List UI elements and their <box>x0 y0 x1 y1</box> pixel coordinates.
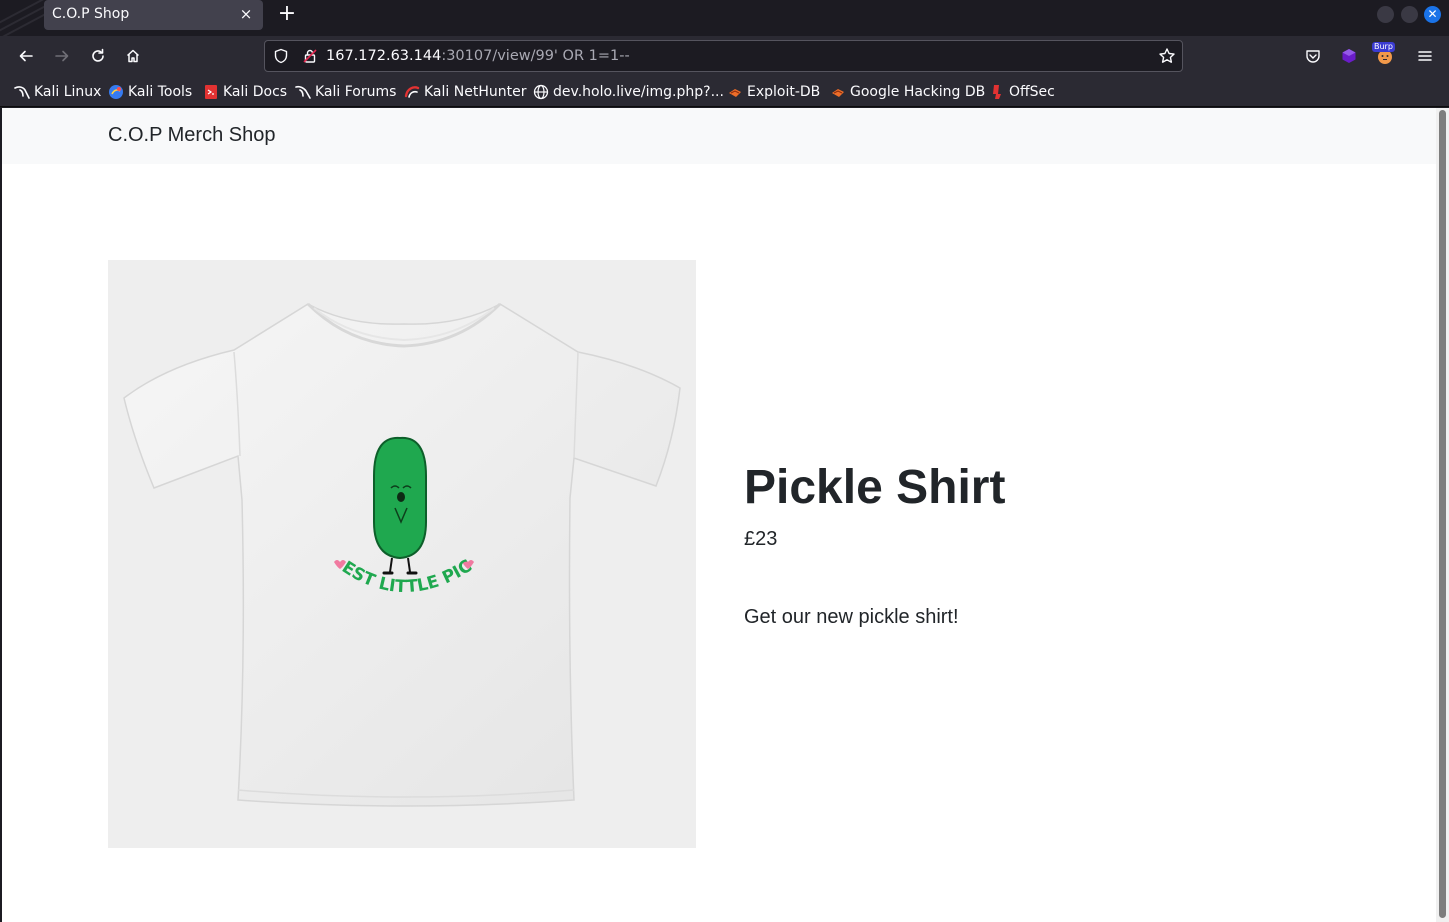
bookmark-kali-linux[interactable]: Kali Linux <box>14 82 101 102</box>
product-title: Pickle Shirt <box>744 461 1006 514</box>
new-tab-button[interactable]: + <box>276 3 298 27</box>
kali-dragon-icon <box>295 85 311 99</box>
reload-icon <box>92 48 104 62</box>
pickle-shirt-image: CUTEST LITTLE PICKLE <box>108 260 696 848</box>
tracking-shield-icon[interactable] <box>273 48 289 64</box>
offsec-icon <box>993 85 1001 99</box>
extension-cube-icon <box>1342 49 1356 63</box>
page-viewport: C.O.P Merch Shop EST LITTLE PIC Pickle S… <box>2 108 1436 922</box>
forward-button[interactable] <box>50 44 74 68</box>
window-close-button[interactable]: ✕ <box>1424 6 1441 23</box>
tab-title: C.O.P Shop <box>52 6 130 22</box>
reload-button[interactable] <box>86 44 110 68</box>
hamburger-menu-icon <box>1418 51 1432 61</box>
url-text[interactable]: 167.172.63.144:30107/view/99' OR 1=1-- <box>326 48 630 64</box>
home-button[interactable] <box>121 44 145 68</box>
product-price: £23 <box>744 528 778 550</box>
burp-badge: Burp <box>1372 42 1395 52</box>
kali-tools-icon <box>109 85 123 99</box>
bookmark-label: Kali Tools <box>128 84 193 100</box>
window-minimize-button[interactable] <box>1377 6 1394 23</box>
bookmark-label: Kali Forums <box>315 84 397 100</box>
bookmark-google-hacking-db[interactable]: Google Hacking DB <box>830 82 985 102</box>
browser-tab[interactable]: C.O.P Shop × <box>44 0 263 30</box>
url-path: :30107/view/99' OR 1=1-- <box>441 48 630 64</box>
site-navbar: C.O.P Merch Shop <box>2 108 1436 164</box>
pocket-button[interactable] <box>1303 46 1323 66</box>
foxyproxy-burp-button[interactable]: Burp <box>1372 42 1395 66</box>
bookmarks-toolbar: Kali Linux Kali Tools Kali Docs Kali For… <box>0 76 1449 107</box>
app-menu-button[interactable] <box>1415 46 1435 66</box>
bookmark-exploit-db[interactable]: Exploit-DB <box>727 82 820 102</box>
bookmark-label: Kali Linux <box>34 84 102 100</box>
bookmark-label: Google Hacking DB <box>850 84 986 100</box>
bookmark-kali-forums[interactable]: Kali Forums <box>295 82 396 102</box>
url-host: 167.172.63.144 <box>326 48 442 64</box>
kali-docs-icon <box>205 85 217 99</box>
exploit-db-icon <box>729 89 741 97</box>
home-icon <box>126 49 140 63</box>
insecure-lock-icon[interactable] <box>302 48 318 64</box>
window-maximize-button[interactable] <box>1401 6 1418 23</box>
site-brand-link[interactable]: C.O.P Merch Shop <box>108 124 275 147</box>
bookmark-label: Kali Docs <box>223 84 288 100</box>
bookmark-label: Exploit-DB <box>747 84 821 100</box>
back-arrow-icon <box>19 50 33 62</box>
tab-strip-decoration <box>0 0 44 36</box>
bookmark-star-icon[interactable] <box>1158 47 1176 65</box>
globe-icon <box>533 84 549 100</box>
tab-strip: C.O.P Shop × + ✕ <box>0 0 1449 36</box>
navigation-toolbar: 167.172.63.144:30107/view/99' OR 1=1-- B… <box>0 36 1449 76</box>
page-scrollbar[interactable] <box>1436 108 1449 922</box>
product-image: CUTEST LITTLE PICKLE <box>108 260 696 848</box>
bookmark-offsec[interactable]: OffSec <box>989 82 1055 102</box>
scrollbar-thumb[interactable] <box>1439 110 1446 918</box>
bookmark-label: OffSec <box>1009 84 1055 100</box>
exploit-db-icon <box>832 89 844 97</box>
tab-close-icon[interactable]: × <box>236 4 256 24</box>
bookmark-label: dev.holo.live/img.php?... <box>553 84 724 100</box>
bookmark-kali-tools[interactable]: Kali Tools <box>108 82 192 102</box>
kali-dragon-icon <box>14 86 30 99</box>
back-button[interactable] <box>14 44 38 68</box>
bookmark-kali-nethunter[interactable]: Kali NetHunter <box>404 82 526 102</box>
extension-button[interactable] <box>1339 46 1359 66</box>
bookmark-dev-holo-live[interactable]: dev.holo.live/img.php?... <box>533 82 724 102</box>
bookmark-label: Kali NetHunter <box>424 84 527 100</box>
nethunter-icon <box>404 86 420 98</box>
bookmark-kali-docs[interactable]: Kali Docs <box>203 82 287 102</box>
pocket-icon <box>1306 50 1320 63</box>
address-bar[interactable]: 167.172.63.144:30107/view/99' OR 1=1-- <box>264 40 1183 72</box>
forward-arrow-icon <box>55 50 69 62</box>
product-description: Get our new pickle shirt! <box>744 606 959 628</box>
